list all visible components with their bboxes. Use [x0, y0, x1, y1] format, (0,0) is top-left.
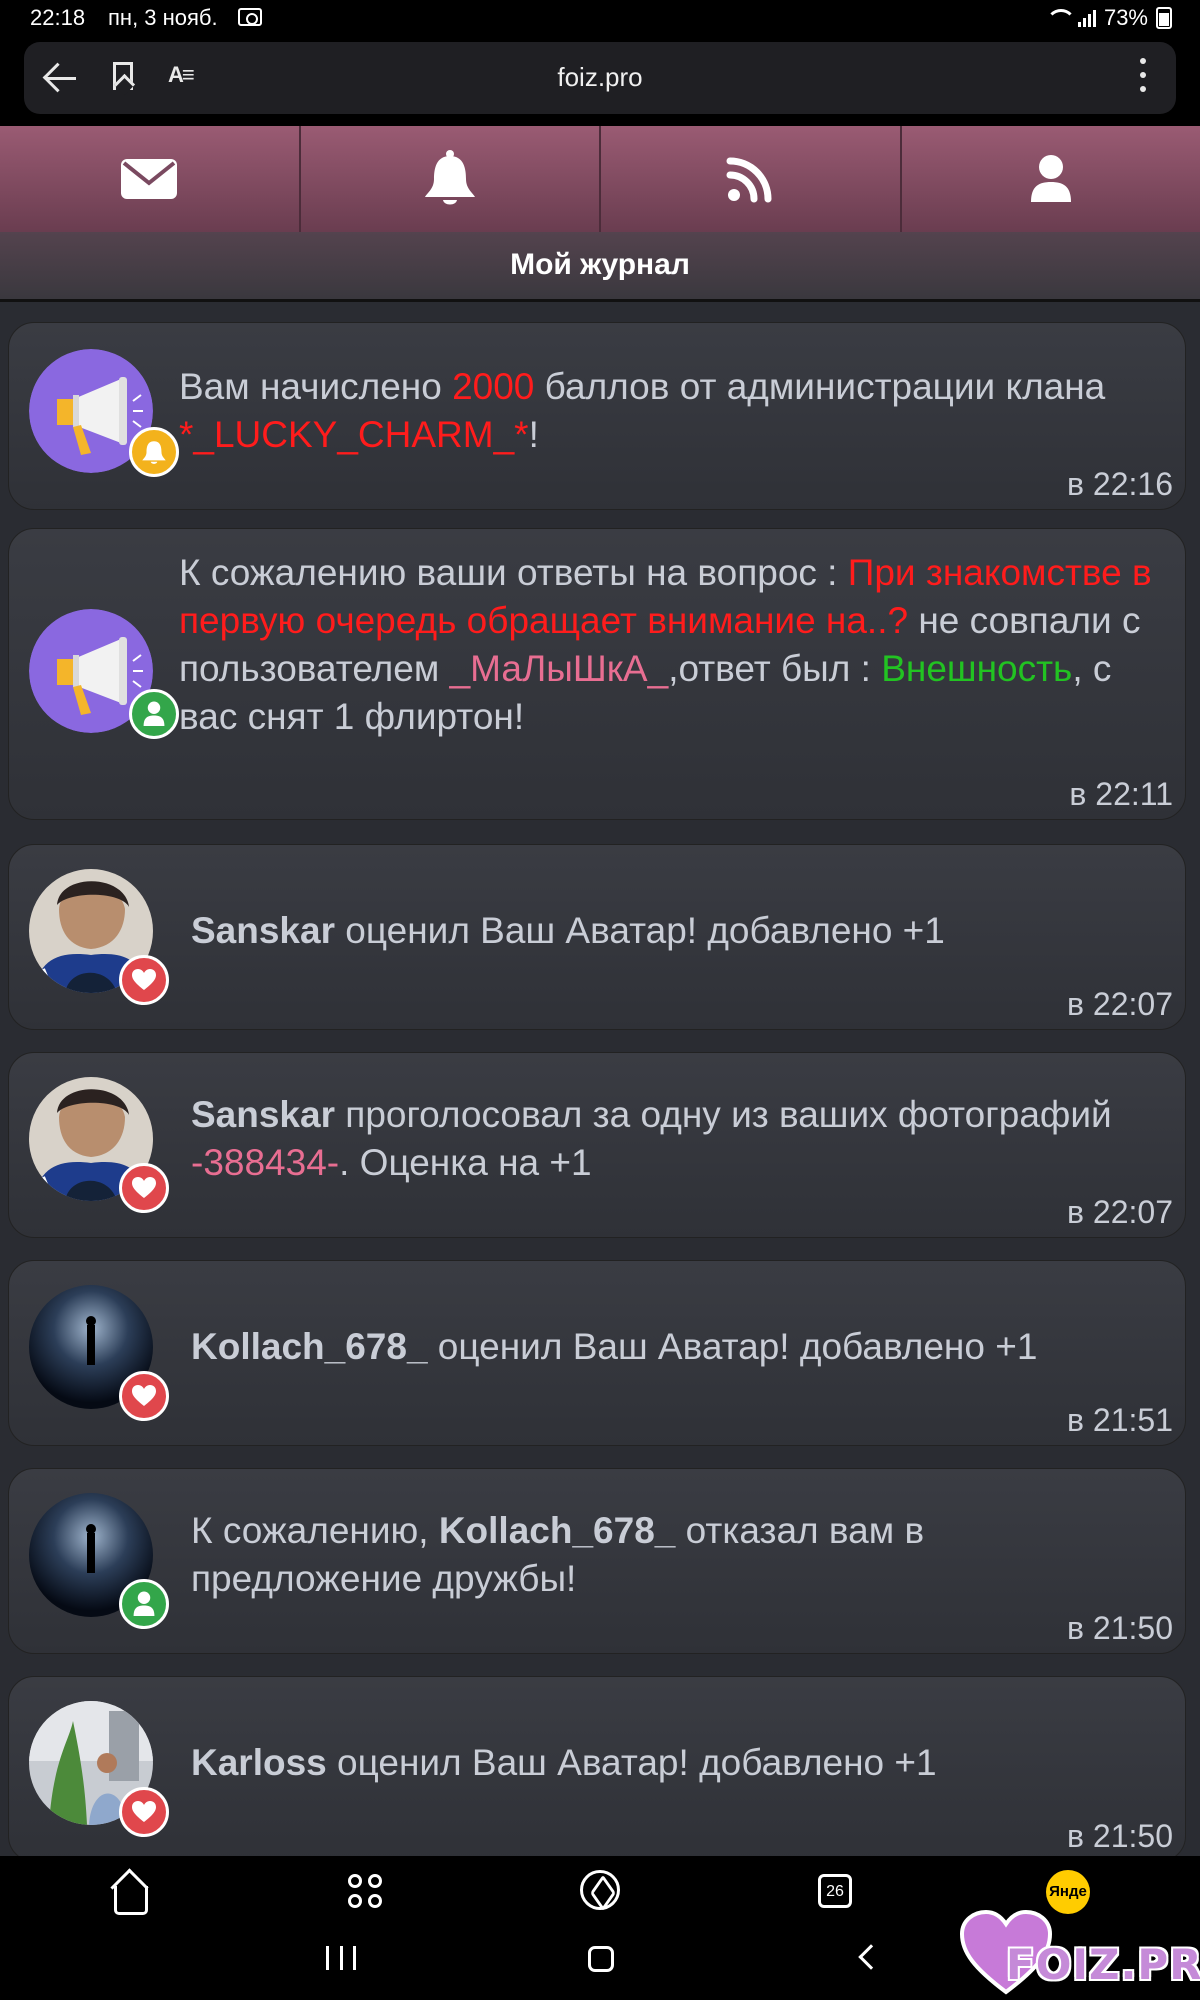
envelope-icon [121, 159, 178, 199]
feed-message: К сожалению ваши ответы на вопрос : При … [179, 552, 1152, 737]
feed-time: в 22:07 [1067, 1194, 1173, 1230]
heart-icon [132, 1177, 156, 1198]
feed-message: Sanskar оценил Ваш Аватар! добавлено +1 [191, 910, 945, 951]
nav-notifications[interactable] [301, 126, 601, 232]
home-button[interactable] [588, 1946, 614, 1972]
user-icon [143, 701, 165, 726]
user-icon [1030, 155, 1071, 202]
address-bar: A≡ foiz.pro [24, 42, 1176, 114]
apps-grid-icon[interactable] [344, 1870, 392, 1918]
feed-message: Sanskar проголосовал за одну из ваших фо… [191, 1094, 1112, 1183]
user-link[interactable]: Kollach_678_ [439, 1510, 676, 1551]
bell-icon [142, 441, 166, 464]
watermark-text: FOIZ.PRO [1006, 1940, 1200, 1989]
user-link[interactable]: _МаЛыШкА_ [450, 648, 669, 689]
nav-profile[interactable] [902, 126, 1200, 232]
yandex-icon[interactable]: Янде [1046, 1870, 1090, 1914]
like-badge [119, 955, 169, 1005]
feed-time: в 21:51 [1067, 1402, 1173, 1438]
feed-item: Sanskar оценил Ваш Аватар! добавлено +1 … [8, 844, 1186, 1030]
battery-icon [1156, 7, 1172, 29]
signal-icon [1077, 9, 1096, 27]
heart-icon [132, 1801, 156, 1822]
points-value: 2000 [452, 366, 535, 407]
user-badge [129, 689, 179, 739]
user-badge [119, 1579, 169, 1629]
feed-item: Sanskar проголосовал за одну из ваших фо… [8, 1052, 1186, 1238]
home-icon[interactable] [106, 1870, 154, 1918]
nav-feed[interactable] [601, 126, 902, 232]
feed-message: Kollach_678_ оценил Ваш Аватар! добавлен… [191, 1326, 1038, 1367]
page-title: Мой журнал [0, 232, 1200, 302]
user-link[interactable]: Kollach_678_ [191, 1326, 428, 1367]
clan-link[interactable]: *_LUCKY_CHARM_* [179, 414, 529, 455]
screenshot-icon [238, 8, 262, 26]
url-text[interactable]: foiz.pro [24, 62, 1176, 93]
photo-link[interactable]: -388434- [191, 1142, 339, 1183]
back-button[interactable] [858, 1944, 884, 1970]
feed-time: в 21:50 [1067, 1610, 1173, 1646]
status-bar: 22:18 пн, 3 нояб. 73% [0, 0, 1200, 36]
user-icon [133, 1591, 155, 1616]
feed-item: Kollach_678_ оценил Ваш Аватар! добавлен… [8, 1260, 1186, 1446]
recent-apps-button[interactable] [326, 1946, 356, 1970]
answer-text: Внешность [881, 648, 1073, 689]
wifi-icon [1045, 9, 1076, 27]
feed-message: К сожалению, Kollach_678_ отказал вам в … [191, 1510, 925, 1599]
nav-messages[interactable] [0, 126, 301, 232]
battery-percent: 73% [1103, 5, 1148, 30]
feed-time: в 22:07 [1067, 986, 1173, 1022]
user-link[interactable]: Sanskar [191, 1094, 335, 1135]
like-badge [119, 1163, 169, 1213]
site-nav [0, 126, 1200, 232]
user-link[interactable]: Sanskar [191, 910, 335, 951]
heart-icon [132, 969, 156, 990]
status-date: пн, 3 нояб. [108, 5, 218, 30]
assistant-icon[interactable] [580, 1870, 620, 1910]
feed-item: Karloss оценил Ваш Аватар! добавлено +1 … [8, 1676, 1186, 1856]
notification-badge [129, 427, 179, 477]
journal-feed: Вам начислено 2000 баллов от администрац… [0, 306, 1200, 1856]
feed-time: в 21:50 [1067, 1818, 1173, 1854]
feed-message: Karloss оценил Ваш Аватар! добавлено +1 [191, 1742, 937, 1783]
calendar-icon[interactable]: 26 [818, 1874, 852, 1908]
feed-item: К сожалению, Kollach_678_ отказал вам в … [8, 1468, 1186, 1654]
like-badge [119, 1787, 169, 1837]
feed-time: в 22:11 [1069, 776, 1173, 812]
bell-icon [424, 150, 475, 205]
feed-item: Вам начислено 2000 баллов от администрац… [8, 322, 1186, 510]
browser-toolbar: A≡ foiz.pro [0, 36, 1200, 126]
feed-message: Вам начислено 2000 баллов от администрац… [179, 366, 1106, 455]
rss-icon [726, 157, 772, 203]
heart-icon [132, 1385, 156, 1406]
like-badge [119, 1371, 169, 1421]
user-link[interactable]: Karloss [191, 1742, 327, 1783]
status-time: 22:18 [30, 5, 86, 30]
feed-time: в 22:16 [1067, 466, 1173, 502]
feed-item: К сожалению ваши ответы на вопрос : При … [8, 528, 1186, 820]
site-watermark: FOIZ.PRO [960, 1910, 1200, 2000]
more-menu-icon[interactable] [1140, 58, 1146, 98]
